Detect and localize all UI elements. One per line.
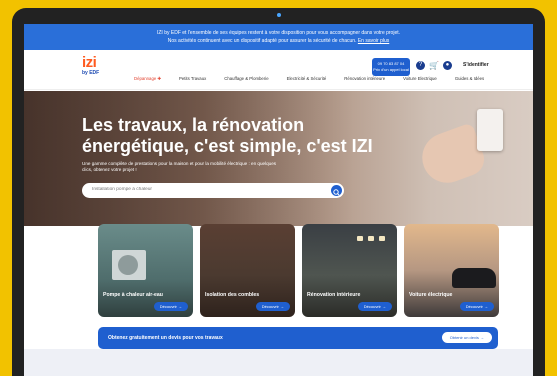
site-header: izi by EDF Dépannage ✚ Petits Travaux Ch… xyxy=(24,50,533,90)
lamp-image xyxy=(368,236,374,241)
page-background xyxy=(24,349,533,376)
service-cards: Pompe à chaleur air-eau Découvrir → Isol… xyxy=(98,224,499,317)
phone-button[interactable]: 09 70 83 87 04 Prix d'un appel local xyxy=(372,58,410,76)
camera-dot xyxy=(276,13,281,17)
banner-line-2: Nos activités continuent avec un disposi… xyxy=(167,38,357,44)
login-link[interactable]: S'identifier xyxy=(463,62,489,68)
discover-button[interactable]: Découvrir → xyxy=(459,302,494,311)
card-title: Voiture électrique xyxy=(409,292,453,298)
nav-item-electricite[interactable]: Electricité & Sécurité xyxy=(287,76,327,82)
main-nav: Dépannage ✚ Petits Travaux Chauffage & P… xyxy=(134,76,502,82)
lamp-image xyxy=(357,236,363,241)
card-isolation[interactable]: Isolation des combles Découvrir → xyxy=(200,224,295,317)
nav-item-petits-travaux[interactable]: Petits Travaux xyxy=(179,76,206,82)
hero-subtitle: Une gamme complète de prestations pour l… xyxy=(82,161,277,172)
card-renovation[interactable]: Rénovation intérieure Découvrir → xyxy=(302,224,397,317)
banner-link[interactable]: En savoir plus xyxy=(358,38,389,44)
quote-text: Obtenez gratuitement un devis pour vos t… xyxy=(108,335,223,341)
logo-sub: by EDF xyxy=(82,70,100,76)
izi-logo[interactable]: izi by EDF xyxy=(82,55,106,81)
nav-item-renovation[interactable]: Rénovation intérieure xyxy=(344,76,385,82)
lamp-image xyxy=(379,236,385,241)
search-input[interactable] xyxy=(92,187,312,192)
discover-button[interactable]: Découvrir → xyxy=(255,302,290,311)
user-icon[interactable]: ● xyxy=(442,61,452,70)
fan-image xyxy=(118,255,138,275)
logo-brand: izi xyxy=(82,54,97,71)
car-image xyxy=(452,268,496,288)
hero-title: Les travaux, la rénovation énergétique, … xyxy=(82,115,373,156)
hero-overlay xyxy=(24,91,354,226)
quote-button[interactable]: Obtenir un devis → xyxy=(441,332,492,343)
cart-icon[interactable]: 🛒 xyxy=(429,61,439,70)
card-voiture[interactable]: Voiture électrique Découvrir → xyxy=(404,224,499,317)
search-bar xyxy=(82,183,344,198)
help-icon[interactable]: ? xyxy=(416,61,425,70)
discover-button[interactable]: Découvrir → xyxy=(153,302,188,311)
card-title: Isolation des combles xyxy=(205,292,260,298)
hero-section: Les travaux, la rénovation énergétique, … xyxy=(24,91,533,226)
search-button[interactable] xyxy=(331,185,342,196)
nav-item-guides[interactable]: Guides & Idées xyxy=(455,76,484,82)
info-banner: IZI by EDF et l'ensemble de ses équipes … xyxy=(24,24,533,50)
header-icons: ? 🛒 ● xyxy=(416,61,452,70)
quote-banner: Obtenez gratuitement un devis pour vos t… xyxy=(98,327,498,349)
banner-line-1: IZI by EDF et l'ensemble de ses équipes … xyxy=(156,30,401,36)
browser-screen: IZI by EDF et l'ensemble de ses équipes … xyxy=(24,24,533,376)
nav-item-chauffage[interactable]: Chauffage & Plomberie xyxy=(224,76,268,82)
nav-item-voiture[interactable]: Voiture Electrique xyxy=(403,76,437,82)
nav-item-depannage[interactable]: Dépannage ✚ xyxy=(134,76,161,82)
thermostat-image xyxy=(477,109,503,151)
card-pompe-chaleur[interactable]: Pompe à chaleur air-eau Découvrir → xyxy=(98,224,193,317)
search-icon xyxy=(333,189,340,196)
discover-button[interactable]: Découvrir → xyxy=(357,302,392,311)
laptop-frame: IZI by EDF et l'ensemble de ses équipes … xyxy=(12,8,545,376)
card-title: Pompe à chaleur air-eau xyxy=(103,292,163,298)
card-title: Rénovation intérieure xyxy=(307,292,361,298)
phone-note: Prix d'un appel local xyxy=(373,67,409,72)
